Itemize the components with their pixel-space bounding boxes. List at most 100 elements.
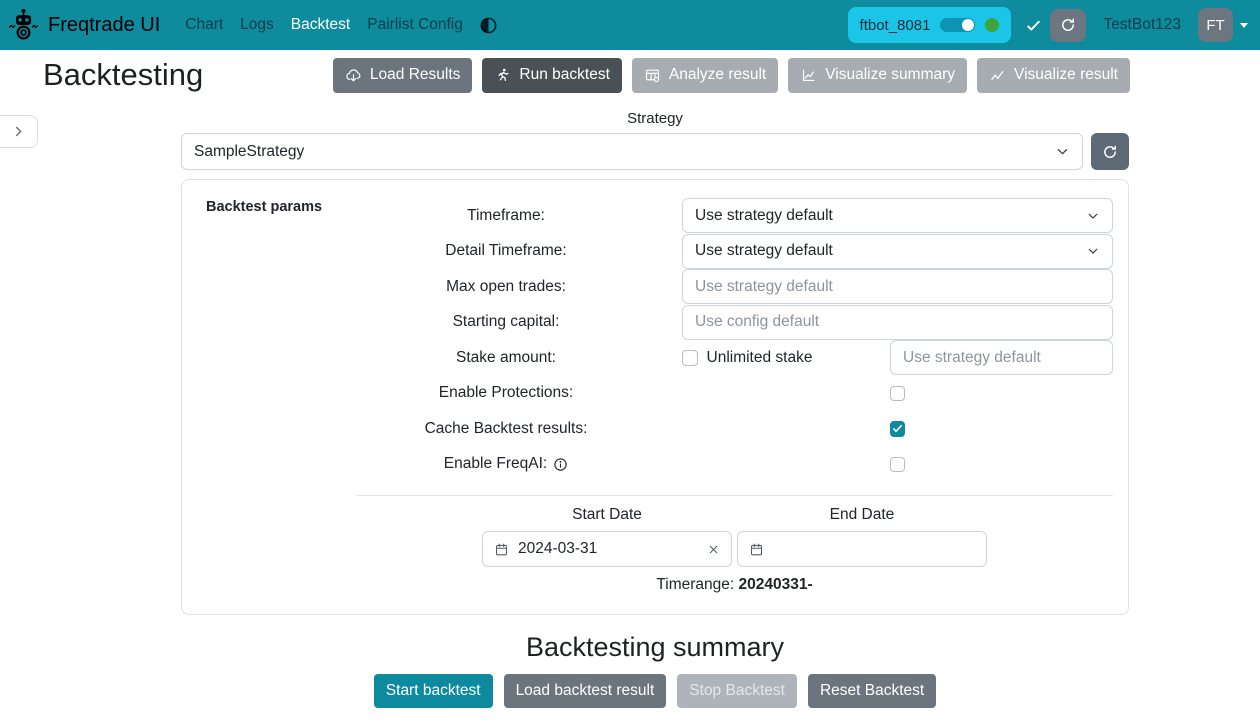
- params-card-title: Backtest params: [206, 199, 322, 215]
- timerange-text: Timerange: 20240331-: [656, 576, 812, 594]
- online-status-dot: [985, 18, 999, 32]
- chevron-right-icon: [11, 124, 26, 139]
- refresh-icon: [1102, 144, 1118, 160]
- reset-backtest-button[interactable]: Reset Backtest: [808, 674, 936, 708]
- max-open-trades-row: Max open trades:: [356, 269, 1128, 305]
- summary-actions: Start backtest Load backtest result Stop…: [181, 674, 1129, 708]
- sidebar-expand-button[interactable]: [0, 115, 38, 148]
- clear-date-icon[interactable]: [707, 543, 720, 556]
- enable-freqai-checkbox[interactable]: [890, 457, 906, 473]
- analyze-result-button[interactable]: Analyze result: [632, 58, 778, 93]
- nav-link-chart[interactable]: Chart: [185, 16, 223, 34]
- table-gear-icon: [644, 67, 661, 84]
- page-title: Backtesting: [43, 57, 203, 93]
- button-label: Load Results: [370, 66, 460, 84]
- summary-title: Backtesting summary: [181, 632, 1129, 663]
- navbar-right: ftbot_8081 TestBot123 FT: [848, 7, 1248, 43]
- stop-backtest-button[interactable]: Stop Backtest: [677, 674, 797, 708]
- stake-amount-label: Stake amount:: [356, 349, 656, 367]
- chevron-down-icon: [1240, 23, 1248, 28]
- refresh-icon: [1060, 17, 1076, 33]
- check-icon: [1026, 18, 1041, 33]
- date-range-section: Start Date 2024-03-31 End Date: [356, 496, 1113, 594]
- line-chart-icon: [800, 67, 817, 84]
- end-date-input[interactable]: [737, 531, 987, 567]
- button-label: Analyze result: [669, 66, 766, 84]
- unlimited-stake-checkbox[interactable]: [682, 350, 698, 366]
- header-actions: Load Results Run backtest Analyze result: [333, 58, 1130, 93]
- enable-freqai-text: Enable FreqAI:: [444, 455, 547, 473]
- chevron-down-icon: [1086, 244, 1100, 258]
- visualize-result-button[interactable]: Visualize result: [977, 58, 1130, 93]
- calendar-icon: [749, 542, 764, 557]
- username-label: TestBot123: [1103, 16, 1181, 34]
- button-label: Run backtest: [519, 66, 609, 84]
- run-backtest-button[interactable]: Run backtest: [482, 58, 621, 93]
- strategy-label: Strategy: [181, 110, 1129, 127]
- runner-icon: [494, 67, 511, 84]
- cache-results-label: Cache Backtest results:: [356, 420, 656, 438]
- enable-protections-checkbox[interactable]: [890, 386, 906, 402]
- button-label: Visualize result: [1014, 66, 1118, 84]
- strategy-select[interactable]: SampleStrategy: [181, 133, 1083, 170]
- bot-badge[interactable]: ftbot_8081: [848, 7, 1012, 43]
- brand[interactable]: Freqtrade UI: [8, 8, 160, 42]
- page-header: Backtesting Load Results Run backtest: [0, 50, 1260, 100]
- timeframe-row: Timeframe: Use strategy default: [356, 198, 1128, 234]
- button-label: Visualize summary: [825, 66, 955, 84]
- timerange-value: 20240331-: [739, 576, 813, 593]
- start-date-col: Start Date 2024-03-31: [482, 496, 732, 567]
- start-date-label: Start Date: [482, 506, 732, 524]
- timerange-label: Timerange:: [656, 576, 734, 593]
- timeframe-select[interactable]: Use strategy default: [682, 198, 1113, 233]
- end-date-label: End Date: [737, 506, 987, 524]
- stake-amount-input[interactable]: [890, 340, 1113, 375]
- enable-freqai-label: Enable FreqAI:: [356, 455, 656, 473]
- info-circle-icon[interactable]: [553, 457, 568, 472]
- theme-toggle-icon[interactable]: [479, 16, 498, 35]
- user-menu[interactable]: FT: [1198, 8, 1248, 42]
- bot-name: ftbot_8081: [860, 17, 931, 34]
- enable-protections-label: Enable Protections:: [356, 384, 656, 402]
- nav-links: Chart Logs Backtest Pairlist Config: [185, 16, 463, 34]
- brand-label: Freqtrade UI: [48, 14, 160, 37]
- enable-protections-row: Enable Protections:: [356, 376, 1128, 412]
- backtest-content: Strategy SampleStrategy Backtest params …: [181, 110, 1129, 708]
- nav-link-backtest[interactable]: Backtest: [291, 16, 350, 34]
- max-open-trades-input[interactable]: [682, 269, 1113, 304]
- start-date-input[interactable]: 2024-03-31: [482, 531, 732, 567]
- reload-strategies-button[interactable]: [1091, 133, 1129, 170]
- robot-logo-icon: [8, 8, 39, 42]
- unlimited-stake-label: Unlimited stake: [707, 349, 813, 367]
- start-backtest-button[interactable]: Start backtest: [374, 674, 493, 708]
- refresh-bot-button[interactable]: [1050, 9, 1086, 42]
- scatter-chart-icon: [989, 67, 1006, 84]
- starting-capital-row: Starting capital:: [356, 305, 1128, 341]
- visualize-summary-button[interactable]: Visualize summary: [788, 58, 967, 93]
- load-results-button[interactable]: Load Results: [333, 58, 472, 93]
- chevron-down-icon: [1055, 144, 1070, 159]
- max-open-trades-label: Max open trades:: [356, 278, 656, 296]
- check-icon: [892, 423, 903, 434]
- cloud-download-icon: [345, 67, 362, 84]
- starting-capital-input[interactable]: [682, 305, 1113, 340]
- top-navbar: Freqtrade UI Chart Logs Backtest Pairlis…: [0, 0, 1260, 50]
- avatar: FT: [1198, 8, 1233, 42]
- nav-link-logs[interactable]: Logs: [240, 16, 274, 34]
- backtest-params-card: Backtest params Timeframe: Use strategy …: [181, 179, 1129, 615]
- bot-toggle[interactable]: [940, 18, 975, 32]
- starting-capital-label: Starting capital:: [356, 313, 656, 331]
- params-form: Timeframe: Use strategy default Detail T…: [356, 198, 1128, 482]
- detail-timeframe-select[interactable]: Use strategy default: [682, 234, 1113, 269]
- nav-link-pairlist-config[interactable]: Pairlist Config: [367, 16, 463, 34]
- toggle-knob: [962, 19, 974, 31]
- load-backtest-result-button[interactable]: Load backtest result: [504, 674, 667, 708]
- calendar-icon: [494, 542, 509, 557]
- enable-freqai-row: Enable FreqAI:: [356, 447, 1128, 483]
- detail-timeframe-row: Detail Timeframe: Use strategy default: [356, 234, 1128, 270]
- cache-results-checkbox[interactable]: [890, 421, 906, 437]
- chevron-down-icon: [1086, 209, 1100, 223]
- start-date-value: 2024-03-31: [518, 540, 597, 558]
- cache-results-row: Cache Backtest results:: [356, 411, 1128, 447]
- end-date-col: End Date: [737, 496, 987, 567]
